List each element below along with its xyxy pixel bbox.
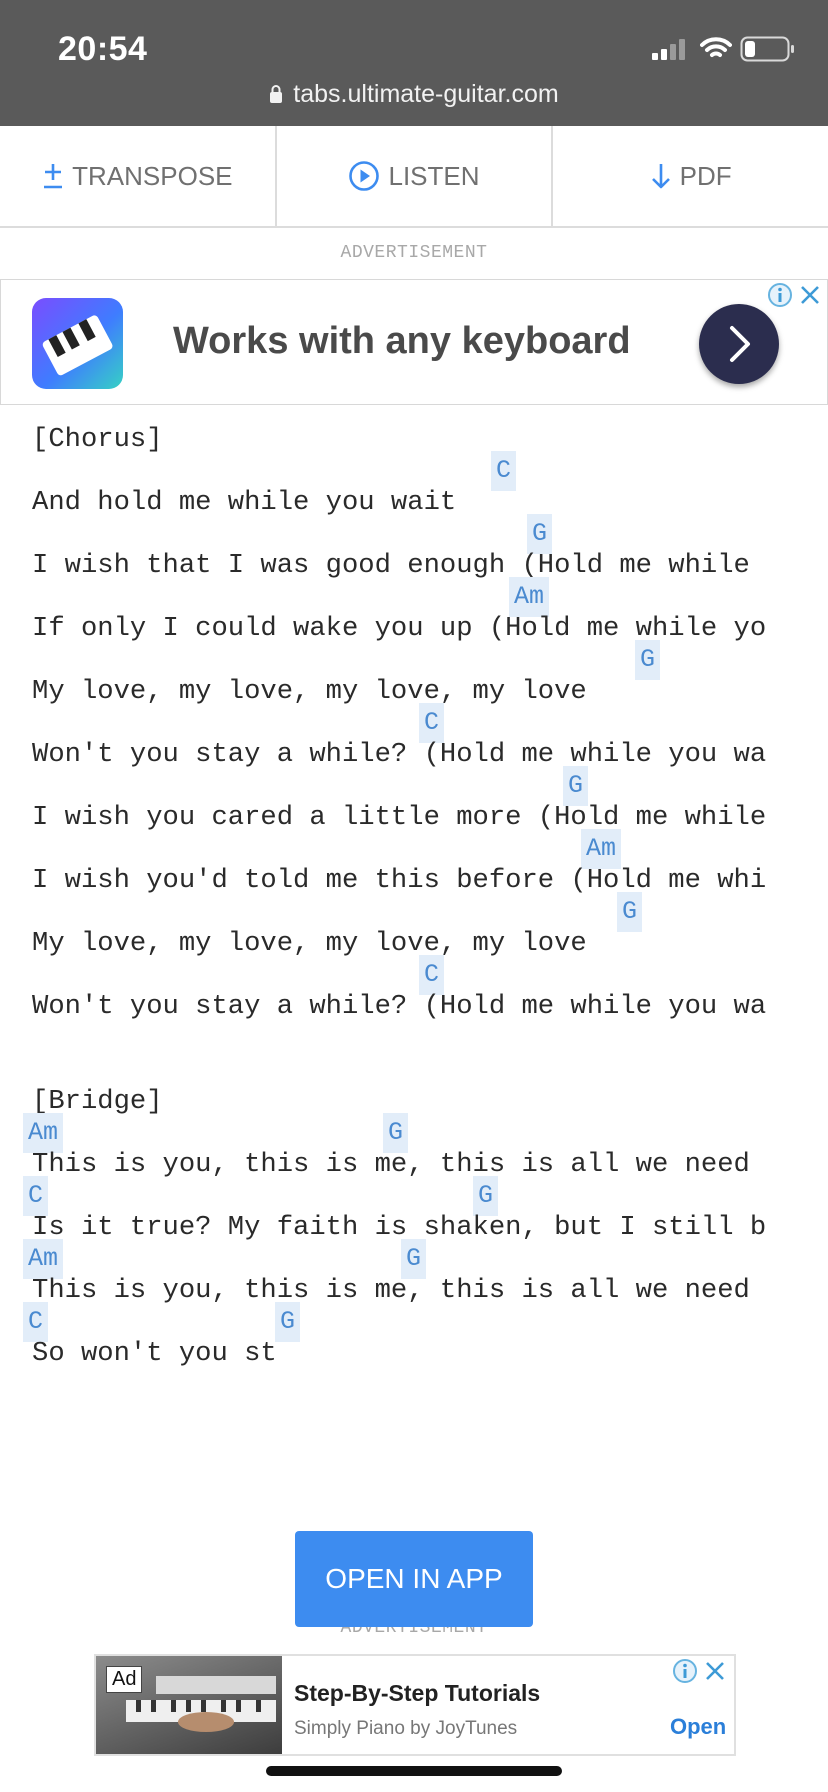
lyric-line: So won't you st <box>32 1338 277 1369</box>
play-circle-icon <box>349 161 380 191</box>
chord[interactable]: G <box>275 1302 301 1342</box>
chord[interactable]: C <box>23 1176 49 1216</box>
lyric-line: This is you, this is me, this is all we … <box>32 1275 750 1306</box>
lyric-line: And hold me while you wait <box>32 487 457 518</box>
address-bar[interactable]: tabs.ultimate-guitar.com <box>0 80 828 109</box>
chord[interactable]: G <box>635 640 661 680</box>
transpose-label: TRANSPOSE <box>72 160 233 191</box>
ad-info-icon[interactable] <box>672 1658 698 1684</box>
ad-next-button[interactable] <box>699 304 779 384</box>
ad-info-icon[interactable] <box>767 282 793 308</box>
tab-toolbar: TRANSPOSE LISTEN PDF <box>0 126 828 228</box>
lyric-line: Is it true? My faith is shaken, but I st… <box>32 1212 767 1243</box>
chord[interactable]: G <box>383 1113 409 1153</box>
ad-title: Step-By-Step Tutorials <box>294 1680 541 1706</box>
lyric-line: This is you, this is me, this is all we … <box>32 1149 750 1180</box>
plus-minus-icon <box>44 164 63 189</box>
ad-open-button[interactable]: Open <box>670 1714 726 1740</box>
listen-button[interactable]: LISTEN <box>274 126 552 226</box>
battery-icon <box>740 36 794 62</box>
chord[interactable]: G <box>401 1239 427 1279</box>
chord[interactable]: Am <box>581 829 622 869</box>
chord[interactable]: G <box>563 766 589 806</box>
lyric-line: Won't you stay a while? (Hold me while y… <box>32 739 767 770</box>
lyric-line: I wish you'd told me this before (Hold m… <box>32 865 767 896</box>
chord[interactable]: G <box>617 892 643 932</box>
status-bar: 20:54 tabs.ultimate-guitar.com <box>0 0 828 126</box>
lyric-line: I wish you cared a little more (Hold me … <box>32 802 767 833</box>
lyric-line: Won't you stay a while? (Hold me while y… <box>32 991 767 1022</box>
home-indicator[interactable] <box>266 1766 562 1776</box>
download-arrow-icon <box>651 164 670 189</box>
lock-icon <box>270 85 283 103</box>
open-in-app-button[interactable]: OPEN IN APP <box>295 1531 533 1627</box>
piano-icon <box>42 315 113 376</box>
listen-label: LISTEN <box>388 160 480 191</box>
tab-content: [Chorus] C And hold me while you wait G … <box>0 400 828 1600</box>
pdf-label: PDF <box>679 160 732 191</box>
advertisement-label: ADVERTISEMENT <box>340 243 488 263</box>
chord[interactable]: Am <box>509 577 550 617</box>
pdf-button[interactable]: PDF <box>551 126 828 226</box>
transpose-button[interactable]: TRANSPOSE <box>0 126 275 226</box>
url-text: tabs.ultimate-guitar.com <box>293 80 559 108</box>
chevron-right-icon <box>730 326 750 362</box>
chord[interactable]: Am <box>23 1113 64 1153</box>
lyric-line: My love, my love, my love, my love <box>32 676 587 707</box>
app-icon <box>32 298 123 389</box>
banner-ad[interactable]: Works with any keyboard <box>0 279 828 405</box>
chord[interactable]: C <box>23 1302 49 1342</box>
clock: 20:54 <box>58 30 148 68</box>
bottom-banner-ad[interactable]: Ad Step-By-Step Tutorials Simply Piano b… <box>94 1654 736 1756</box>
ad-close-icon[interactable] <box>702 1658 728 1684</box>
chord[interactable]: G <box>473 1176 499 1216</box>
ad-badge: Ad <box>106 1666 143 1693</box>
lyric-line: I wish that I was good enough (Hold me w… <box>32 550 750 581</box>
ad-close-icon[interactable] <box>797 282 823 308</box>
chord[interactable]: C <box>419 703 445 743</box>
ad-subtitle: Simply Piano by JoyTunes <box>294 1718 518 1739</box>
chord[interactable]: C <box>491 451 517 491</box>
lyric-line: My love, my love, my love, my love <box>32 928 587 959</box>
section-header: [Chorus] <box>32 424 163 455</box>
chord[interactable]: C <box>419 955 445 995</box>
signal-icon <box>652 39 685 60</box>
ad-headline: Works with any keyboard <box>173 320 631 362</box>
chord[interactable]: G <box>527 514 553 554</box>
chord[interactable]: Am <box>23 1239 64 1279</box>
wifi-icon <box>700 37 732 57</box>
